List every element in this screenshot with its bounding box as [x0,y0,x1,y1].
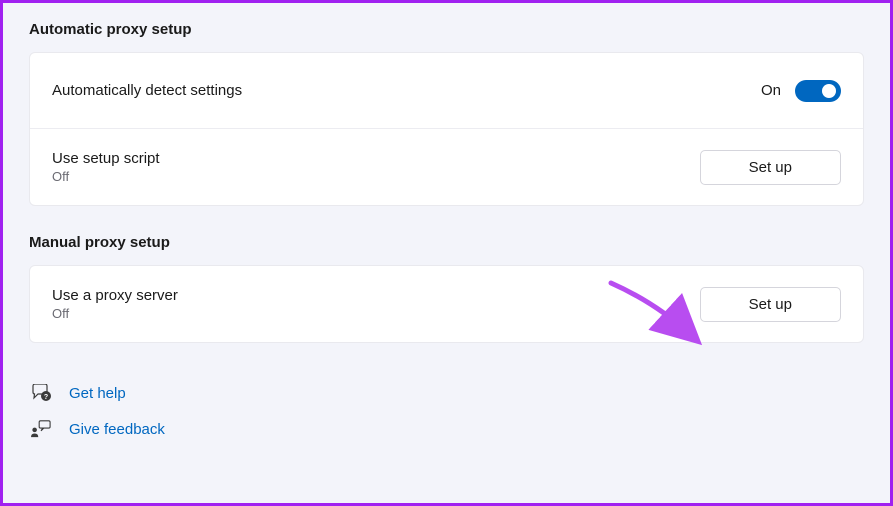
auto-detect-state-label: On [761,82,781,99]
section-heading-automatic: Automatic proxy setup [29,21,864,38]
give-feedback-link[interactable]: Give feedback [31,419,864,439]
proxy-server-sub: Off [52,306,178,321]
row-setup-script: Use setup script Off Set up [30,129,863,205]
get-help-label: Get help [69,385,126,402]
row-auto-detect: Automatically detect settings On [30,53,863,129]
feedback-icon [31,419,51,439]
setup-script-title: Use setup script [52,150,160,167]
footer-links: ? Get help Give feedback [29,383,864,439]
svg-text:?: ? [44,394,48,401]
get-help-link[interactable]: ? Get help [31,383,864,403]
automatic-proxy-group: Automatically detect settings On Use set… [29,52,864,206]
manual-proxy-group: Use a proxy server Off Set up [29,265,864,343]
proxy-server-setup-button[interactable]: Set up [700,287,841,322]
toggle-knob-icon [822,84,836,98]
row-proxy-server: Use a proxy server Off Set up [30,266,863,342]
setup-script-sub: Off [52,169,160,184]
proxy-server-title: Use a proxy server [52,287,178,304]
setup-script-button[interactable]: Set up [700,150,841,185]
help-icon: ? [31,383,51,403]
section-heading-manual: Manual proxy setup [29,234,864,251]
auto-detect-toggle[interactable] [795,80,841,102]
give-feedback-label: Give feedback [69,421,165,438]
auto-detect-title: Automatically detect settings [52,82,242,99]
